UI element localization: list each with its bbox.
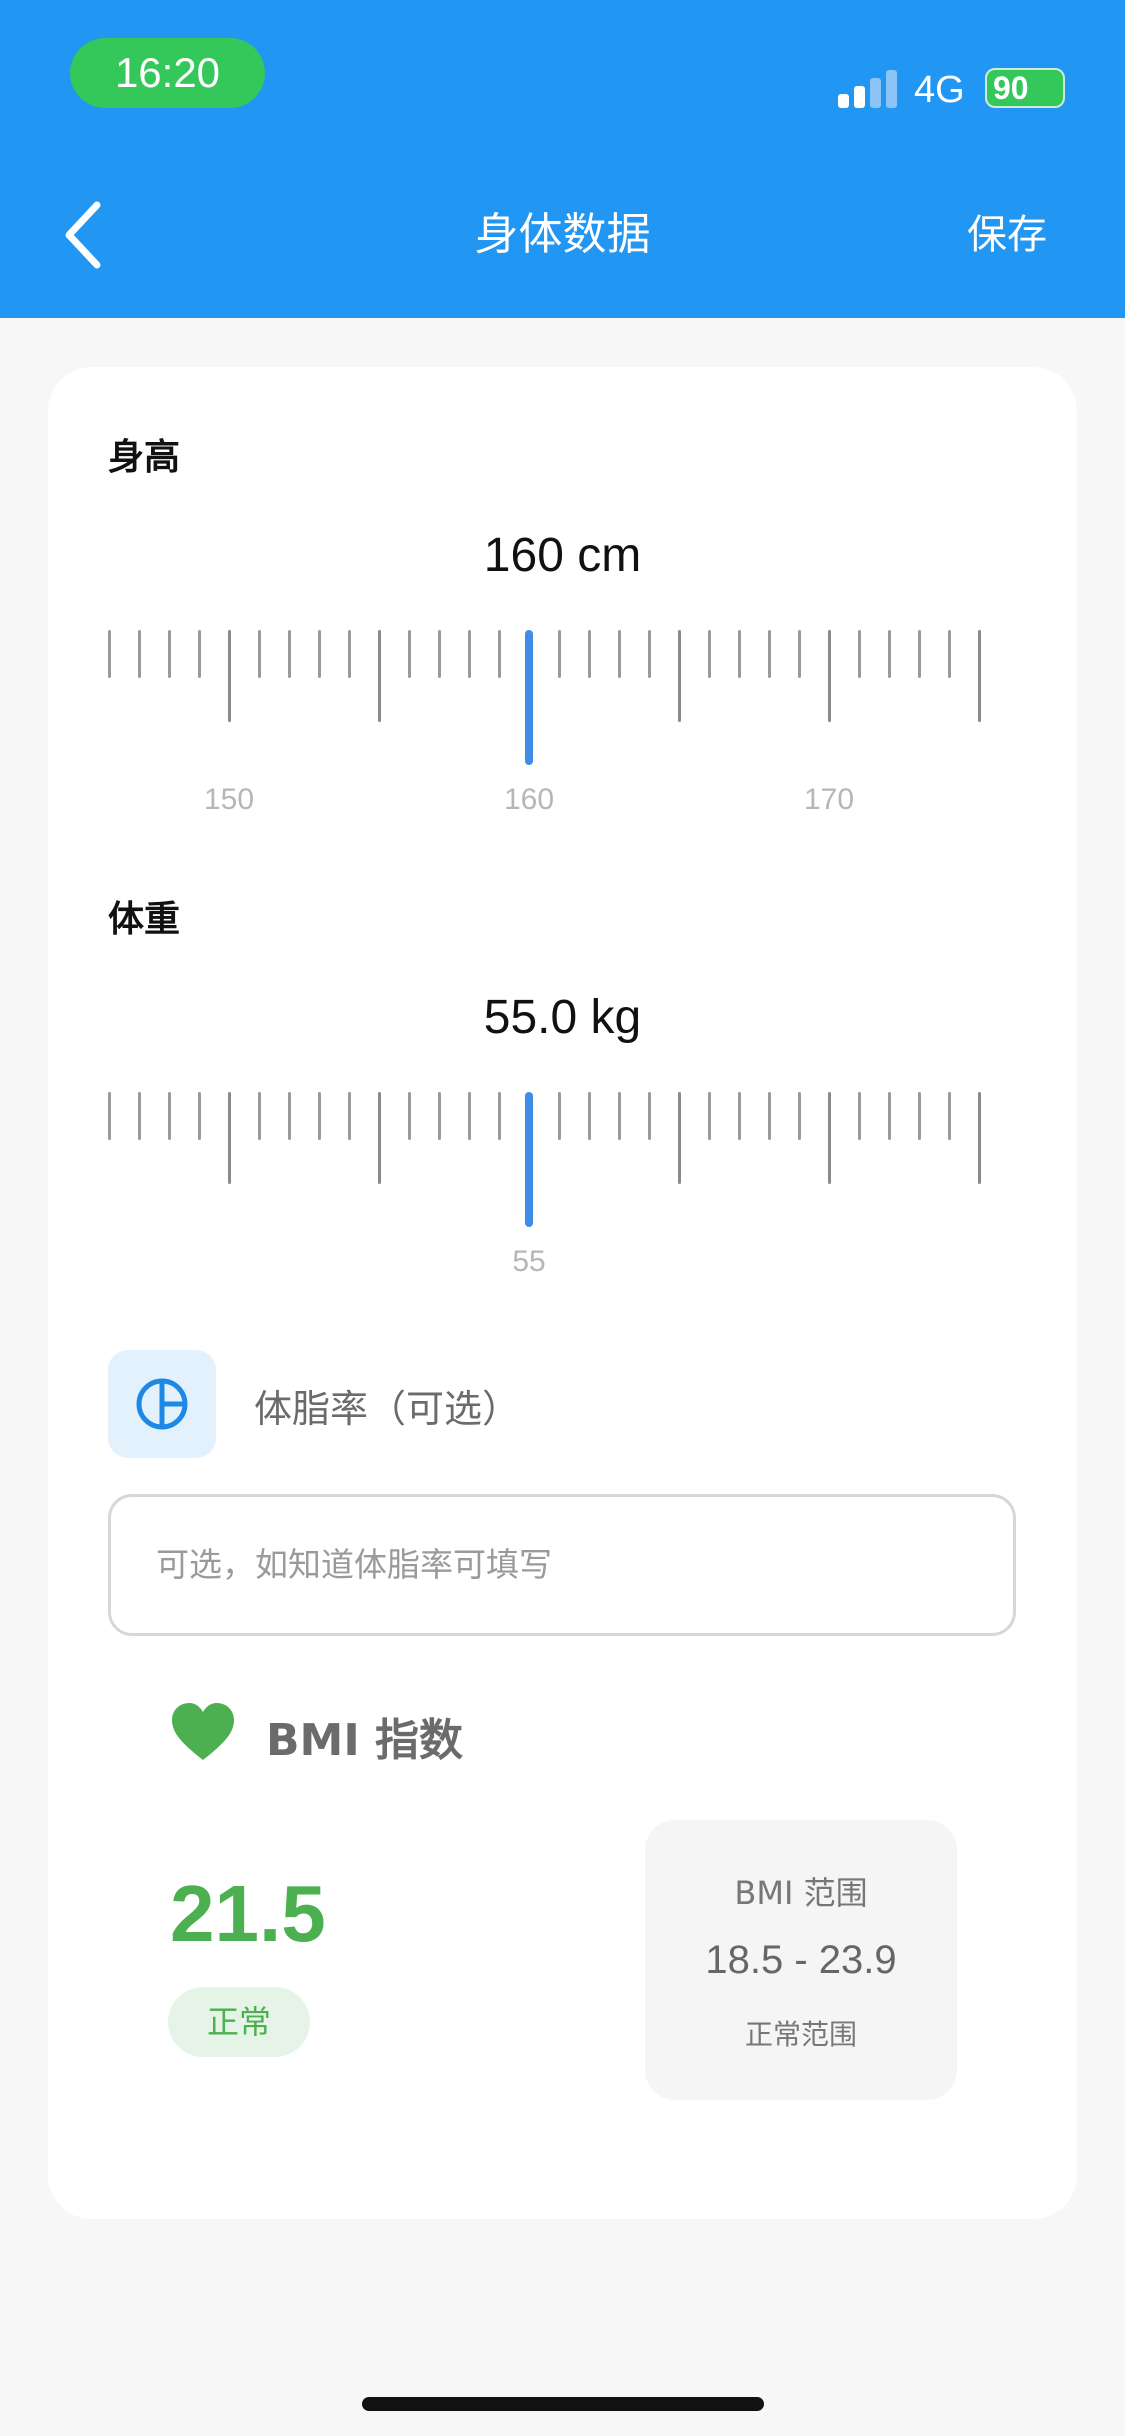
signal-icon (838, 70, 900, 108)
ruler-tick (438, 630, 441, 678)
ruler-tick (738, 1092, 741, 1140)
ruler-tick (348, 630, 351, 678)
ruler-tick (438, 1092, 441, 1140)
battery-icon: 90 (985, 68, 1065, 108)
ruler-tick (318, 630, 321, 678)
ruler-tick (948, 1092, 951, 1140)
ruler-tick (828, 1092, 831, 1184)
save-button[interactable]: 保存 (967, 205, 1047, 265)
ruler-tick (318, 1092, 321, 1140)
ruler-tick (588, 630, 591, 678)
weight-value: 55.0 kg (483, 991, 642, 1044)
network-type: 4G (914, 69, 965, 111)
ruler-tick (258, 630, 261, 678)
ruler-tick (738, 630, 741, 678)
ruler-tick (228, 1092, 231, 1184)
ruler-tick (288, 1092, 291, 1140)
ruler-tick (648, 630, 651, 678)
ruler-tick (228, 630, 231, 722)
ruler-tick (918, 630, 921, 678)
ruler-tick (108, 1092, 111, 1140)
height-tick-label: 170 (803, 783, 855, 816)
bmi-range-box: BMI 范围 18.5 - 23.9 正常范围 (645, 1820, 957, 2100)
height-label: 身高 (108, 437, 181, 478)
ruler-tick (978, 630, 981, 722)
page-title: 身体数据 (474, 209, 651, 260)
ruler-tick (138, 1092, 141, 1140)
weight-ruler[interactable] (0, 1082, 1125, 1282)
ruler-tick (288, 630, 291, 678)
bmi-title: BMI 指数 (266, 1715, 464, 1766)
heart-icon (172, 1703, 234, 1760)
ruler-tick (708, 630, 711, 678)
body-fat-label: 体脂率（可选） (254, 1387, 521, 1431)
ruler-tick (618, 1092, 621, 1140)
ruler-tick (708, 1092, 711, 1140)
ruler-tick (888, 1092, 891, 1140)
weight-tick-label: 55 (512, 1245, 546, 1278)
ruler-tick (858, 630, 861, 678)
ruler-tick (198, 630, 201, 678)
ruler-tick (648, 1092, 651, 1140)
ruler-tick (168, 1092, 171, 1140)
bmi-range-subtitle: 正常范围 (744, 2018, 857, 2051)
body-fat-input[interactable]: 可选，如知道体脂率可填写 (108, 1494, 1016, 1636)
ruler-tick (918, 1092, 921, 1140)
ruler-tick (888, 630, 891, 678)
ruler-tick (768, 1092, 771, 1140)
ruler-tick (768, 630, 771, 678)
height-value: 160 cm (483, 529, 642, 582)
ruler-tick (678, 630, 681, 722)
bmi-range-value: 18.5 - 23.9 (705, 1938, 897, 1982)
ruler-tick (468, 1092, 471, 1140)
height-tick-label: 160 (503, 783, 555, 816)
ruler-tick (798, 630, 801, 678)
ruler-tick (108, 630, 111, 678)
ruler-tick (198, 1092, 201, 1140)
weight-label: 体重 (108, 899, 181, 940)
ruler-tick (525, 1092, 533, 1227)
app-header: 16:20 4G 90 身体数据 保存 (0, 0, 1125, 318)
height-tick-label: 150 (203, 783, 255, 816)
ruler-tick (948, 630, 951, 678)
bmi-value: 21.5 (170, 1869, 326, 1958)
height-ruler[interactable] (0, 620, 1125, 820)
ruler-tick (168, 630, 171, 678)
body-fat-icon-box (108, 1350, 216, 1458)
ruler-tick (378, 1092, 381, 1184)
ruler-tick (408, 630, 411, 678)
ruler-tick (498, 630, 501, 678)
ruler-tick (468, 630, 471, 678)
ruler-tick (558, 1092, 561, 1140)
ruler-tick (678, 1092, 681, 1184)
ruler-tick (558, 630, 561, 678)
ruler-tick (498, 1092, 501, 1140)
ruler-tick (588, 1092, 591, 1140)
ruler-tick (525, 630, 533, 765)
ruler-tick (618, 630, 621, 678)
ruler-tick (828, 630, 831, 722)
ruler-tick (408, 1092, 411, 1140)
ruler-tick (978, 1092, 981, 1184)
bmi-range-title: BMI 范围 (734, 1874, 868, 1912)
pie-chart-icon (136, 1378, 188, 1430)
battery-level: 90 (993, 70, 1029, 106)
ruler-tick (798, 1092, 801, 1140)
bmi-status-badge: 正常 (168, 1987, 310, 2057)
ruler-tick (378, 630, 381, 722)
ruler-tick (858, 1092, 861, 1140)
ruler-tick (348, 1092, 351, 1140)
ruler-tick (258, 1092, 261, 1140)
home-indicator (362, 2397, 764, 2411)
status-time: 16:20 (70, 38, 265, 108)
ruler-tick (138, 630, 141, 678)
